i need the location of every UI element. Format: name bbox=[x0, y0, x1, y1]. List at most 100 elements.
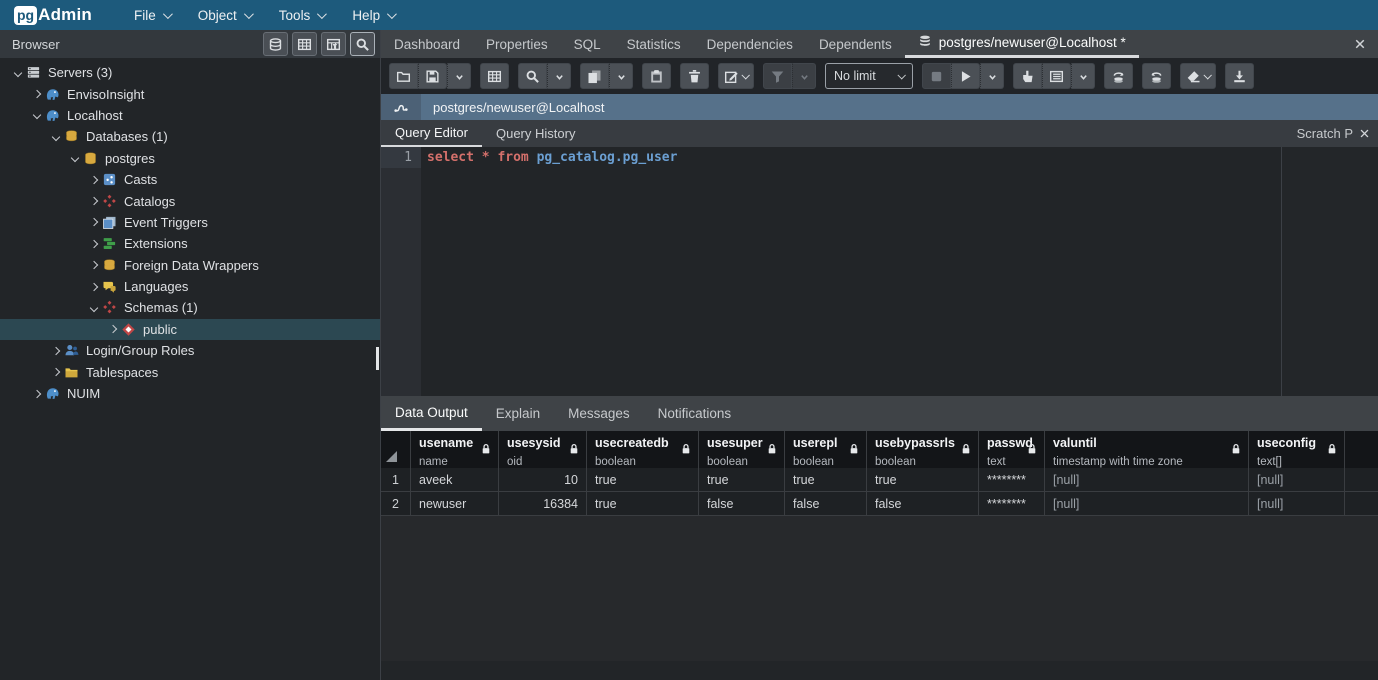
tab-notifications[interactable]: Notifications bbox=[644, 396, 746, 431]
tree-item-databases-1[interactable]: Databases (1) bbox=[0, 126, 380, 147]
tree-item-localhost[interactable]: Localhost bbox=[0, 105, 380, 126]
scratch-pad-close-icon[interactable] bbox=[1359, 128, 1370, 139]
row-number[interactable]: 2 bbox=[381, 492, 411, 515]
tree-item-extensions[interactable]: Extensions bbox=[0, 233, 380, 254]
tab-properties[interactable]: Properties bbox=[473, 30, 561, 58]
browser-grid-button[interactable] bbox=[292, 32, 317, 56]
chevron-right-icon[interactable] bbox=[86, 237, 100, 251]
browser-filter-button[interactable] bbox=[321, 32, 346, 56]
column-header-usecreatedb[interactable]: usecreatedb boolean bbox=[587, 431, 699, 468]
cell-userepl[interactable]: true bbox=[785, 468, 867, 491]
cell-usecreatedb[interactable]: true bbox=[587, 468, 699, 491]
tab-messages[interactable]: Messages bbox=[554, 396, 644, 431]
cell-usename[interactable]: newuser bbox=[411, 492, 499, 515]
filter-button[interactable] bbox=[763, 63, 792, 89]
chevron-down-icon[interactable] bbox=[48, 130, 62, 144]
chevron-right-icon[interactable] bbox=[86, 258, 100, 272]
cell-usebypassrls[interactable]: false bbox=[867, 492, 979, 515]
view-data-button[interactable] bbox=[1042, 63, 1071, 89]
chevron-right-icon[interactable] bbox=[48, 344, 62, 358]
tab-query-history[interactable]: Query History bbox=[482, 120, 589, 147]
tree-item-nuim[interactable]: NUIM bbox=[0, 383, 380, 404]
scratch-pad-panel[interactable] bbox=[1281, 147, 1378, 396]
tree-item-casts[interactable]: Casts bbox=[0, 169, 380, 190]
cell-passwd[interactable]: ******** bbox=[979, 492, 1045, 515]
copy-button[interactable] bbox=[580, 63, 609, 89]
cell-usesysid[interactable]: 10 bbox=[499, 468, 587, 491]
cell-usename[interactable]: aveek bbox=[411, 468, 499, 491]
view-options-button[interactable] bbox=[1071, 63, 1095, 89]
find-button[interactable] bbox=[518, 63, 547, 89]
sql-editor[interactable]: 1 select * from pg_catalog.pg_user bbox=[381, 147, 1281, 396]
cell-passwd[interactable]: ******** bbox=[979, 468, 1045, 491]
edit-button[interactable] bbox=[718, 63, 754, 89]
column-header-usename[interactable]: usename name bbox=[411, 431, 499, 468]
paste-button[interactable] bbox=[642, 63, 671, 89]
find-options-button[interactable] bbox=[547, 63, 571, 89]
cell-userepl[interactable]: false bbox=[785, 492, 867, 515]
chevron-down-icon[interactable] bbox=[10, 66, 24, 80]
panel-close-icon[interactable] bbox=[1342, 30, 1378, 58]
tree-item-event-triggers[interactable]: Event Triggers bbox=[0, 212, 380, 233]
clear-button[interactable] bbox=[1180, 63, 1216, 89]
tree-item-postgres[interactable]: postgres bbox=[0, 148, 380, 169]
execute-options-button[interactable] bbox=[980, 63, 1004, 89]
tree-item-login-group-roles[interactable]: Login/Group Roles bbox=[0, 340, 380, 361]
tree-item-foreign-data-wrappers[interactable]: Foreign Data Wrappers bbox=[0, 255, 380, 276]
column-header-userepl[interactable]: userepl boolean bbox=[785, 431, 867, 468]
tab-dependents[interactable]: Dependents bbox=[806, 30, 905, 58]
tree-item-envisoinsight[interactable]: EnvisoInsight bbox=[0, 83, 380, 104]
chevron-right-icon[interactable] bbox=[86, 215, 100, 229]
chevron-right-icon[interactable] bbox=[29, 87, 43, 101]
chevron-right-icon[interactable] bbox=[105, 322, 119, 336]
save-button[interactable] bbox=[418, 63, 447, 89]
cell-useconfig[interactable]: [null] bbox=[1249, 492, 1345, 515]
tab-query-tool[interactable]: postgres/newuser@Localhost * bbox=[905, 30, 1139, 58]
sql-line[interactable]: select * from pg_catalog.pg_user bbox=[427, 147, 1281, 168]
chevron-down-icon[interactable] bbox=[29, 108, 43, 122]
tab-dashboard[interactable]: Dashboard bbox=[381, 30, 473, 58]
save-options-button[interactable] bbox=[447, 63, 471, 89]
chevron-down-icon[interactable] bbox=[67, 151, 81, 165]
chevron-right-icon[interactable] bbox=[86, 194, 100, 208]
menu-help[interactable]: Help bbox=[338, 0, 408, 30]
tab-explain[interactable]: Explain bbox=[482, 396, 554, 431]
cell-usesuper[interactable]: false bbox=[699, 492, 785, 515]
row-number[interactable]: 1 bbox=[381, 468, 411, 491]
execute-cursor-button[interactable] bbox=[1013, 63, 1042, 89]
rollback-button[interactable] bbox=[1142, 63, 1171, 89]
cell-valuntil[interactable]: [null] bbox=[1045, 492, 1249, 515]
cell-usecreatedb[interactable]: true bbox=[587, 492, 699, 515]
filter-options-button[interactable] bbox=[792, 63, 816, 89]
grid-select-all-corner[interactable] bbox=[381, 431, 411, 468]
chevron-right-icon[interactable] bbox=[29, 387, 43, 401]
cell-usesysid[interactable]: 16384 bbox=[499, 492, 587, 515]
execute-button[interactable] bbox=[951, 63, 980, 89]
browser-search-button[interactable] bbox=[350, 32, 375, 56]
chevron-right-icon[interactable] bbox=[48, 365, 62, 379]
column-header-passwd[interactable]: passwd text bbox=[979, 431, 1045, 468]
tree-item-schemas-1[interactable]: Schemas (1) bbox=[0, 297, 380, 318]
limit-select[interactable]: No limit bbox=[825, 63, 913, 89]
column-header-valuntil[interactable]: valuntil timestamp with time zone bbox=[1045, 431, 1249, 468]
sidebar-scrollbar[interactable] bbox=[376, 347, 379, 370]
menu-object[interactable]: Object bbox=[184, 0, 265, 30]
menu-file[interactable]: File bbox=[120, 0, 184, 30]
chevron-down-icon[interactable] bbox=[86, 301, 100, 315]
tree-item-catalogs[interactable]: Catalogs bbox=[0, 190, 380, 211]
open-file-button[interactable] bbox=[389, 63, 418, 89]
tree-item-public[interactable]: public bbox=[0, 319, 380, 340]
tab-statistics[interactable]: Statistics bbox=[614, 30, 694, 58]
column-header-usesuper[interactable]: usesuper boolean bbox=[699, 431, 785, 468]
delete-button[interactable] bbox=[680, 63, 709, 89]
menu-tools[interactable]: Tools bbox=[265, 0, 339, 30]
column-header-useconfig[interactable]: useconfig text[] bbox=[1249, 431, 1345, 468]
cell-usebypassrls[interactable]: true bbox=[867, 468, 979, 491]
cell-useconfig[interactable]: [null] bbox=[1249, 468, 1345, 491]
tree-item-tablespaces[interactable]: Tablespaces bbox=[0, 361, 380, 382]
download-button[interactable] bbox=[1225, 63, 1254, 89]
copy-options-button[interactable] bbox=[609, 63, 633, 89]
cell-valuntil[interactable]: [null] bbox=[1045, 468, 1249, 491]
tab-data-output[interactable]: Data Output bbox=[381, 396, 482, 431]
tab-dependencies[interactable]: Dependencies bbox=[694, 30, 806, 58]
